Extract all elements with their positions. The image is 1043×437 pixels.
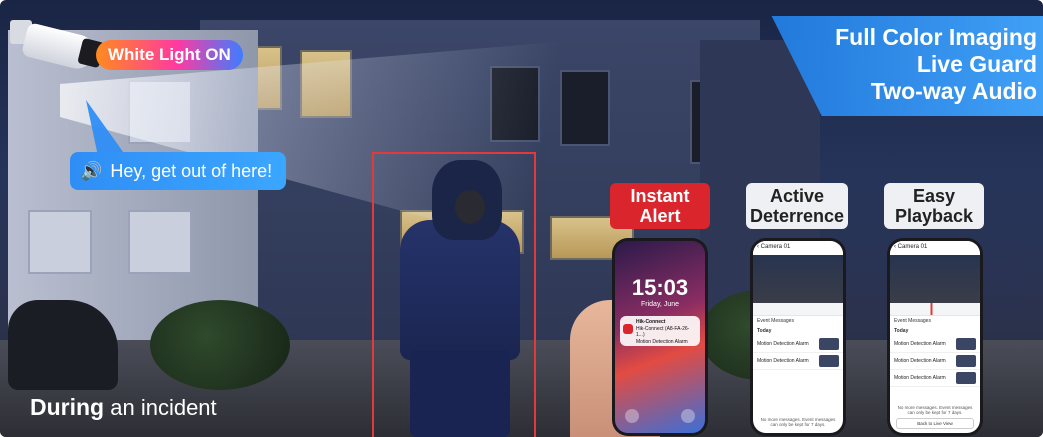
event-thumbnail — [819, 338, 839, 350]
speaker-icon: 🔊 — [80, 161, 103, 181]
section-title: Event Messages — [757, 318, 794, 324]
event-item[interactable]: Motion Detection Alarm — [890, 336, 980, 353]
detection-box — [372, 152, 536, 437]
app-header: ‹ Camera 01 — [890, 241, 980, 255]
footer-note: No more messages. Event messages can onl… — [894, 405, 976, 415]
event-text: Motion Detection Alarm — [894, 341, 946, 347]
bush — [150, 300, 290, 390]
event-text: Motion Detection Alarm — [757, 341, 809, 347]
flashlight-icon[interactable] — [625, 409, 639, 423]
active-deterrence-tag: Active Deterrence — [746, 183, 848, 229]
notif-type: Motion Detection Alarm — [636, 338, 688, 345]
event-thumbnail — [819, 355, 839, 367]
feature-list: Full Color Imaging Live Guard Two-way Au… — [835, 24, 1037, 105]
camera-title: Camera 01 — [897, 244, 928, 250]
lock-date: Friday, June — [641, 301, 679, 308]
feature-item: Two-way Audio — [870, 78, 1037, 104]
event-item[interactable]: Motion Detection Alarm — [753, 353, 843, 370]
instant-alert-tag: Instant Alert — [610, 183, 710, 229]
event-item[interactable]: Motion Detection Alarm — [890, 353, 980, 370]
today-label: Today — [894, 328, 909, 334]
caption-rest: an incident — [110, 395, 217, 420]
tag-line: Instant — [630, 186, 690, 206]
event-thumbnail — [956, 338, 976, 350]
event-item[interactable]: Motion Detection Alarm — [753, 336, 843, 353]
today-label: Today — [757, 328, 772, 334]
window — [28, 210, 92, 274]
voice-message-text: Hey, get out of here! — [110, 161, 273, 181]
back-to-live-button[interactable]: Back to Live View — [896, 418, 974, 429]
easy-playback-tag: Easy Playback — [884, 183, 984, 229]
app-header: ‹ Camera 01 — [753, 241, 843, 255]
tag-line: Alert — [639, 206, 681, 226]
playback-video[interactable] — [890, 255, 980, 303]
event-thumbnail — [956, 355, 976, 367]
lock-time: 15:03 — [631, 275, 689, 300]
white-light-tag: White Light ON — [96, 40, 243, 70]
app-icon — [623, 324, 633, 334]
tag-line: Playback — [894, 206, 974, 226]
phone-active-deterrence: ‹ Camera 01 Event Messages Today Motion … — [750, 238, 846, 436]
phone-easy-playback: ‹ Camera 01 Event Messages Today Motion … — [887, 238, 983, 436]
tag-line: Easy — [912, 186, 956, 206]
control-bar[interactable] — [753, 303, 843, 316]
event-text: Motion Detection Alarm — [757, 358, 809, 364]
timeline-bar[interactable] — [890, 303, 980, 316]
notif-line: Hik-Connect (A8-FA-26-1...) — [636, 325, 690, 339]
phone-instant-alert: 15:03 Friday, June Hik-Connect Hik-Conne… — [612, 238, 708, 436]
feature-item: Live Guard — [916, 51, 1037, 77]
alarm-notification[interactable]: Hik-Connect Hik-Connect (A8-FA-26-1...) … — [620, 316, 700, 346]
live-video[interactable] — [753, 255, 843, 303]
security-camera — [10, 20, 105, 72]
section-title: Event Messages — [894, 318, 931, 324]
voice-message-bubble: 🔊 Hey, get out of here! — [70, 152, 287, 190]
incident-caption: During an incident — [30, 394, 217, 421]
tag-line: Deterrence — [749, 206, 845, 226]
camera-shortcut-icon[interactable] — [681, 409, 695, 423]
footer-note: No more messages. Event messages can onl… — [760, 417, 836, 427]
lock-screen: 15:03 Friday, June Hik-Connect Hik-Conne… — [615, 241, 705, 433]
caption-bold: During — [30, 394, 105, 420]
feature-item: Full Color Imaging — [835, 24, 1037, 50]
footer-text: No more messages. Event messages can onl… — [897, 405, 973, 415]
event-item[interactable]: Motion Detection Alarm — [890, 370, 980, 387]
product-banner: White Light ON 🔊 Hey, get out of here! F… — [0, 0, 1043, 437]
parked-car — [8, 300, 118, 390]
window — [128, 210, 192, 274]
app-screen: ‹ Camera 01 Event Messages Today Motion … — [753, 241, 843, 433]
event-text: Motion Detection Alarm — [894, 375, 946, 381]
camera-title: Camera 01 — [760, 244, 791, 250]
event-thumbnail — [956, 372, 976, 384]
app-screen: ‹ Camera 01 Event Messages Today Motion … — [890, 241, 980, 433]
event-text: Motion Detection Alarm — [894, 358, 946, 364]
tag-line: Active — [769, 186, 825, 206]
